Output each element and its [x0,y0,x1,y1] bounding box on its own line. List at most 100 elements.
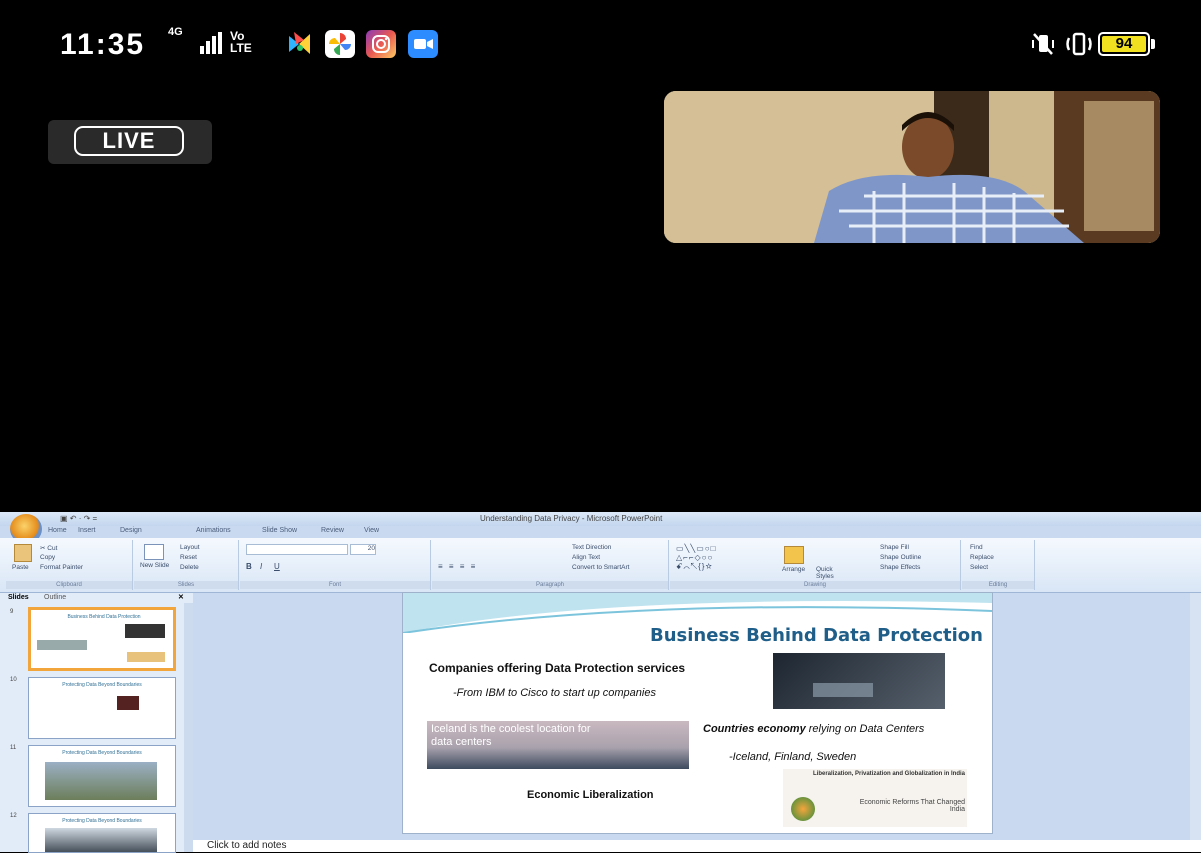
paragraph-label: Paragraph [432,581,668,589]
tab-animations[interactable]: Animations [196,527,231,534]
iceland-text: Iceland is the coolest location for data… [431,723,591,748]
keyboard-photo-detail [813,683,873,697]
zoom-icon [408,30,438,58]
clipboard-label: Clipboard [6,581,132,589]
ribbon-tabs: Home Insert Design Animations Slide Show… [0,526,1201,538]
thumb-title: Protecting Data Beyond Boundaries [62,682,142,688]
thumb-image [117,696,139,710]
bold-button[interactable]: B [246,562,252,571]
slide-title: Business Behind Data Protection [650,625,983,646]
drawing-group: ▭╲╲▭○□ △⌐⌐◇○○ ꗃ⌒↖{}☆ Arrange Quick Styles … [670,540,961,590]
vibrate-icon [1064,30,1094,63]
instagram-icon [366,30,396,58]
thumb-image [127,652,165,662]
keyboard-photo [773,653,945,709]
panel-scrollbar[interactable] [184,603,193,852]
thumb-number: 11 [10,745,17,751]
current-slide[interactable]: Business Behind Data Protection Companie… [402,592,993,834]
thumb-number: 9 [10,609,14,615]
india-flag-graphic [791,797,815,821]
slides-panel: Slides Outline ✕ 9 Business Behind Data … [0,593,193,853]
countries-rest: relying on Data Centers [805,723,925,735]
thumb-number: 10 [10,677,17,683]
tab-design[interactable]: Design [120,527,142,534]
play-games-icon [284,30,314,58]
close-panel-icon[interactable]: ✕ [178,593,184,601]
editing-group: Find Replace Select Editing [962,540,1035,590]
text-direction-button[interactable]: Text Direction [572,544,611,551]
format-painter-button[interactable]: Format Painter [40,564,83,571]
tab-outline[interactable]: Outline [44,594,66,601]
shape-effects-button[interactable]: Shape Effects [880,564,920,571]
thumb-image [125,624,165,638]
drawing-label: Drawing [670,581,960,589]
align-buttons[interactable]: ≡ ≡ ≡ ≡ [438,562,477,571]
editing-label: Editing [962,581,1034,589]
tab-slides[interactable]: Slides [8,594,29,601]
thumb-image [45,828,157,852]
slide-thumbnail[interactable]: Protecting Data Beyond Boundaries [28,813,176,853]
thumb-title: Protecting Data Beyond Boundaries [62,818,142,824]
align-text-button[interactable]: Align Text [572,554,600,561]
layout-button[interactable]: Layout [180,544,200,551]
replace-button[interactable]: Replace [970,554,994,561]
new-slide-icon[interactable] [144,544,164,560]
shapes-gallery[interactable]: ▭╲╲▭○□ △⌐⌐◇○○ ꗃ⌒↖{}☆ [676,544,716,572]
paste-button[interactable]: Paste [12,564,29,571]
font-size-field[interactable]: 20 [350,544,376,555]
convert-smartart-button[interactable]: Convert to SmartArt [572,564,629,571]
ribbon: Paste ✂ Cut Copy Format Painter Clipboar… [0,538,1201,593]
thumb-title: Business Behind Data Protection [67,614,141,620]
network-type: 4G [168,26,183,38]
thumb-image [45,762,157,800]
slides-label: Slides [134,581,238,589]
tab-view[interactable]: View [364,527,379,534]
signal-icon [200,32,222,54]
font-name-field[interactable] [246,544,348,555]
notes-pane[interactable]: Click to add notes [193,840,1201,852]
tab-home[interactable]: Home [48,527,67,534]
font-group: 20 B I U Font [240,540,431,590]
quick-styles-button[interactable]: Quick Styles [816,566,840,580]
presenter-video[interactable] [664,91,1160,243]
tab-slide-show[interactable]: Slide Show [262,527,297,534]
countries-sub: -Iceland, Finland, Sweden [729,751,857,763]
quick-access-toolbar[interactable]: ▣ ↶ · ↷ = [60,514,97,523]
new-slide-button[interactable]: New Slide [140,562,170,569]
reset-button[interactable]: Reset [180,554,197,561]
lpg-sub: Economic Reforms That Changed India [859,799,965,813]
tab-insert[interactable]: Insert [78,527,96,534]
companies-sub: -From IBM to Cisco to start up companies [453,687,656,699]
slides-group: New Slide Layout Reset Delete Slides [134,540,239,590]
shape-outline-button[interactable]: Shape Outline [880,554,921,561]
battery-level: 94 [1102,36,1146,52]
status-bar: 11:35 4G Vo LTE 94 [0,0,1201,90]
paste-icon[interactable] [14,544,32,562]
italic-button[interactable]: I [260,562,262,571]
lpg-title: Liberalization, Privatization and Global… [813,771,966,777]
copy-button[interactable]: Copy [40,554,55,561]
tab-review[interactable]: Review [321,527,344,534]
slide-thumbnail[interactable]: Protecting Data Beyond Boundaries [28,677,176,739]
countries-text: Countries economy relying on Data Center… [703,723,983,735]
slide-thumbnail-selected[interactable]: Business Behind Data Protection [28,607,176,671]
paragraph-group: Text Direction Align Text Convert to Sma… [432,540,669,590]
title-bar: ▣ ↶ · ↷ = Understanding Data Privacy - M… [0,512,1201,526]
volte-icon: Vo LTE [230,29,252,55]
iceland-photo: Iceland is the coolest location for data… [427,721,689,769]
underline-button[interactable]: U [274,562,280,571]
slide-thumbnail[interactable]: Protecting Data Beyond Boundaries [28,745,176,807]
live-badge: LIVE [48,120,212,164]
select-button[interactable]: Select [970,564,988,571]
arrange-button[interactable]: Arrange [782,566,805,573]
thumb-title: Protecting Data Beyond Boundaries [62,750,142,756]
battery-icon: 94 [1098,32,1150,56]
cut-button[interactable]: ✂ Cut [40,544,57,552]
find-button[interactable]: Find [970,544,983,551]
arrange-icon[interactable] [784,546,804,564]
thumb-image [37,640,87,650]
slide-scrollbar[interactable] [1190,593,1201,840]
delete-button[interactable]: Delete [180,564,199,571]
notes-placeholder: Click to add notes [207,840,287,851]
shape-fill-button[interactable]: Shape Fill [880,544,909,551]
